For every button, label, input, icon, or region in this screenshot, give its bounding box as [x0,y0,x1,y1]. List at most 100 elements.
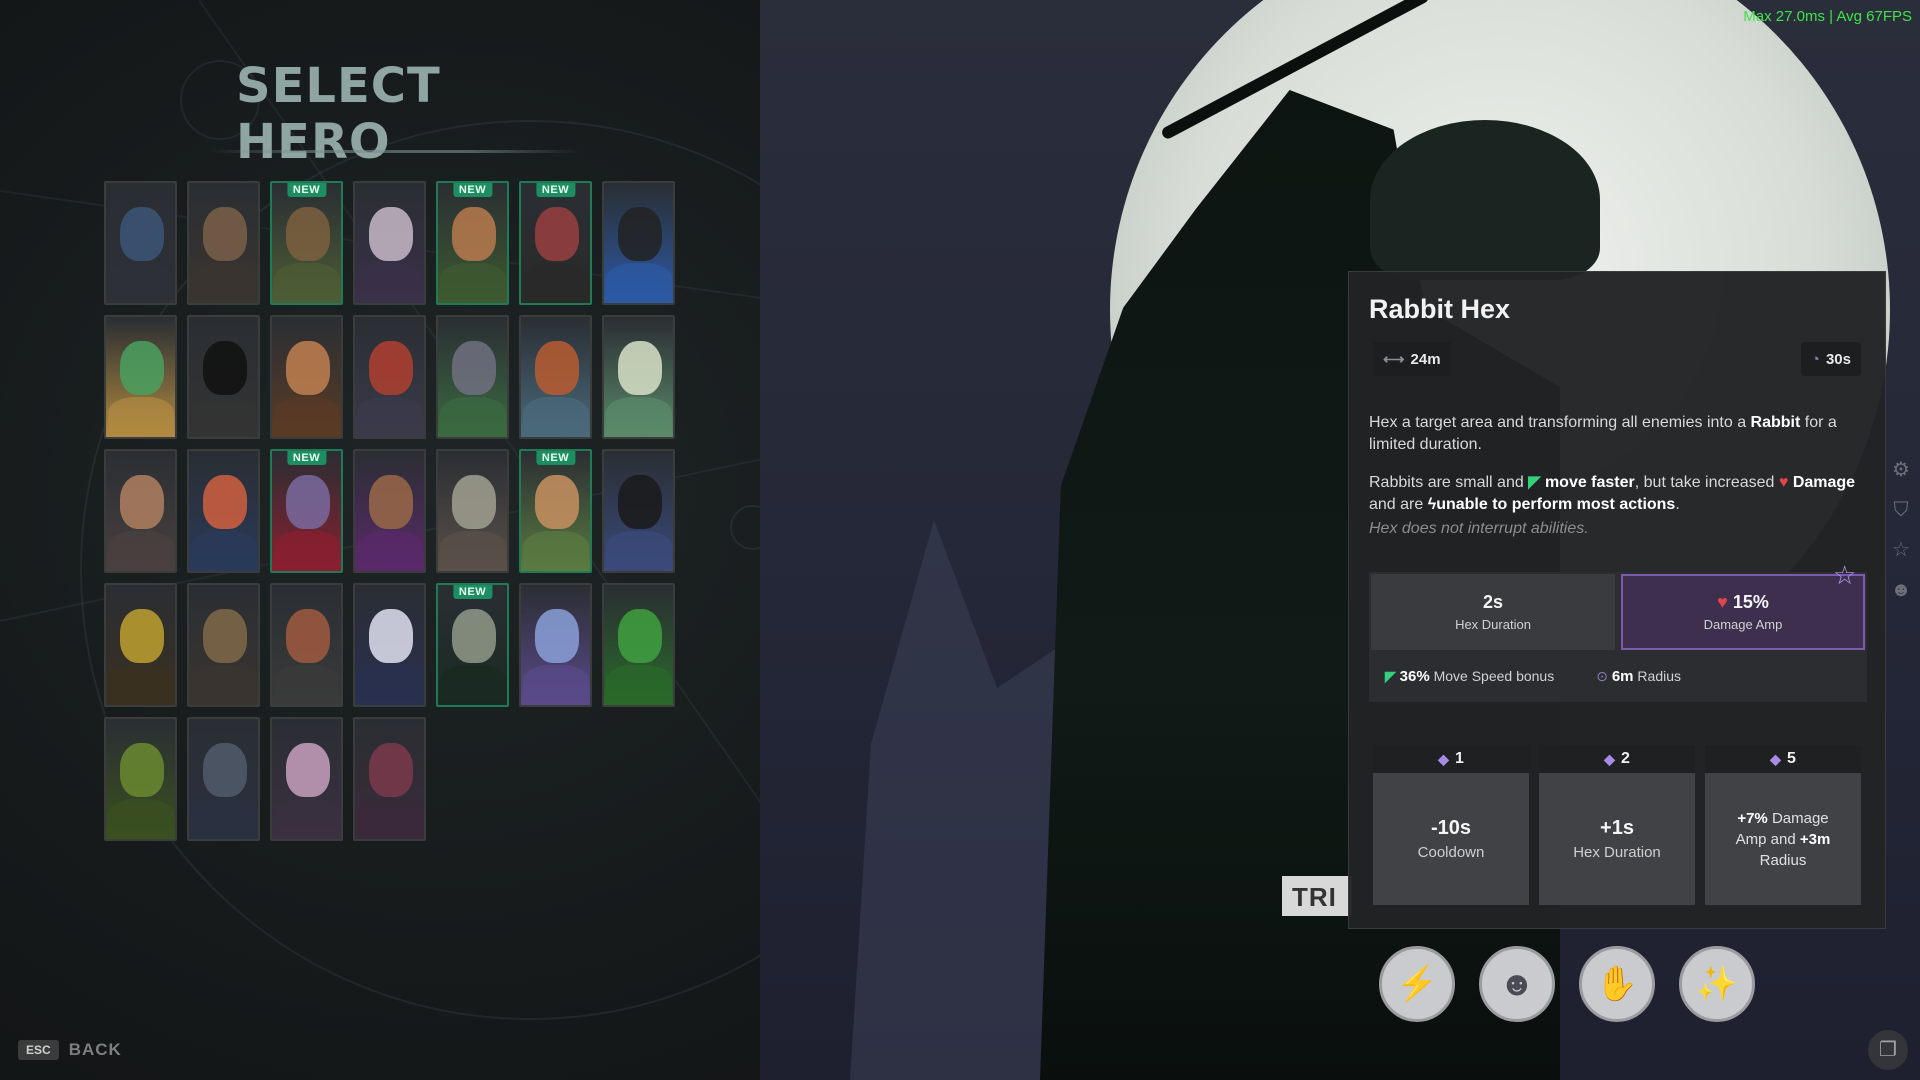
hero-shoulders [274,397,340,437]
ability-magic-hat-icon[interactable]: ✨ [1679,946,1755,1022]
hero-shoulders [191,799,257,839]
stat-label: Hex Duration [1455,617,1531,632]
hero-card[interactable] [104,181,177,305]
hero-card[interactable] [104,583,177,707]
hero-card[interactable]: NEW [436,583,509,707]
hero-face [286,609,330,663]
desc-text: Hex a target area and transforming all e… [1369,414,1751,431]
hero-card[interactable] [602,449,675,573]
ability-panel: Rabbit Hex ⟷ 24m ◔ 30s Hex a target area… [1348,271,1886,929]
hero-card[interactable]: NEW [519,181,592,305]
desc-keyword: Rabbit [1750,414,1801,431]
cards-icon[interactable]: ❐ [1868,1030,1908,1070]
hero-card[interactable] [104,717,177,841]
hero-card[interactable] [353,717,426,841]
hero-shoulders [357,263,423,303]
hero-face [452,207,496,261]
hero-portrait [272,451,341,571]
tier-number: 2 [1620,750,1630,767]
hero-face [452,341,496,395]
hero-card[interactable] [270,315,343,439]
tier-number: 1 [1454,750,1464,767]
hero-portrait [604,585,673,705]
hero-icon[interactable]: ☻ [1886,575,1916,605]
hero-card[interactable] [436,449,509,573]
hero-card[interactable]: NEW [270,449,343,573]
hero-card[interactable] [353,583,426,707]
new-badge: NEW [452,585,493,599]
stat-number: 15% [1732,592,1769,612]
upgrade-label: Radius [1759,851,1807,869]
hero-shoulders [606,531,672,571]
hero-face [286,341,330,395]
hero-card[interactable] [353,181,426,305]
hero-face [535,609,579,663]
new-badge: NEW [286,183,327,197]
hero-card[interactable] [187,449,260,573]
damage-amp-stat: ♥ 15% Damage Amp [1621,574,1865,650]
desc-text: , but take increased [1634,474,1779,491]
hero-card[interactable] [187,717,260,841]
hero-portrait [438,317,507,437]
hero-card[interactable]: NEW [519,449,592,573]
hero-shoulders [191,665,257,705]
ability-portrait-icon[interactable]: ☻ [1479,946,1555,1022]
hero-face [618,475,662,529]
upgrade-value: -10s [1430,817,1472,839]
shield-icon[interactable]: ⛉ [1886,495,1916,525]
page-title: SELECT HERO [236,58,441,170]
hero-shoulders [108,397,174,437]
tier-number: 5 [1786,750,1796,767]
hero-card[interactable] [270,583,343,707]
hero-card[interactable] [187,583,260,707]
new-badge: NEW [452,183,493,197]
hero-card[interactable] [104,449,177,573]
desc-keyword: Damage [1792,474,1856,491]
hero-shoulders [274,263,340,303]
star-icon[interactable]: ☆ [1886,535,1916,565]
radius-stat: ⊙ 6m Radius [1596,668,1681,685]
stat-value: 2s [1482,592,1504,612]
hero-shoulders [191,263,257,303]
hero-portrait [189,317,258,437]
gem-icon: ◆ [1770,750,1781,767]
hero-card[interactable] [104,315,177,439]
cooldown-icon: ◔ [1810,350,1820,368]
hero-portrait [355,719,424,839]
upgrade-body: +1s Hex Duration [1539,773,1695,905]
hero-face [535,207,579,261]
hero-card[interactable] [270,717,343,841]
hero-card[interactable] [436,315,509,439]
hero-card[interactable] [187,315,260,439]
hero-portrait [355,183,424,303]
upgrade-label: Amp and [1735,830,1800,848]
hero-grid: NEW NEW NEW NEW NEW NEW [104,181,679,841]
hero-face [203,609,247,663]
hero-card[interactable] [602,181,675,305]
gear-icon[interactable]: ⚙ [1886,455,1916,485]
hero-card[interactable] [602,583,675,707]
ability-slash-icon[interactable]: ⚡ [1379,946,1455,1022]
hero-shoulders [108,531,174,571]
hero-portrait [355,585,424,705]
hero-card[interactable] [602,315,675,439]
back-button[interactable]: ESC BACK [18,1040,122,1060]
hero-face [286,475,330,529]
hero-face [286,207,330,261]
ability-rabbit-icon[interactable]: ✋ [1579,946,1655,1022]
hero-card[interactable] [519,315,592,439]
hero-portrait [438,183,507,303]
hero-shoulders [523,665,589,705]
hero-card[interactable] [187,181,260,305]
hero-portrait [272,585,341,705]
upgrade-label: Cooldown [1417,844,1485,861]
hero-card[interactable] [519,583,592,707]
lightning-icon: ϟ [1427,496,1437,513]
hero-card[interactable]: NEW [270,181,343,305]
gem-icon: ◆ [1604,750,1615,767]
ability-note: Hex does not interrupt abilities. [1369,520,1589,537]
hero-portrait [106,585,175,705]
hero-card[interactable]: NEW [436,181,509,305]
hero-card[interactable] [353,315,426,439]
hero-card[interactable] [353,449,426,573]
